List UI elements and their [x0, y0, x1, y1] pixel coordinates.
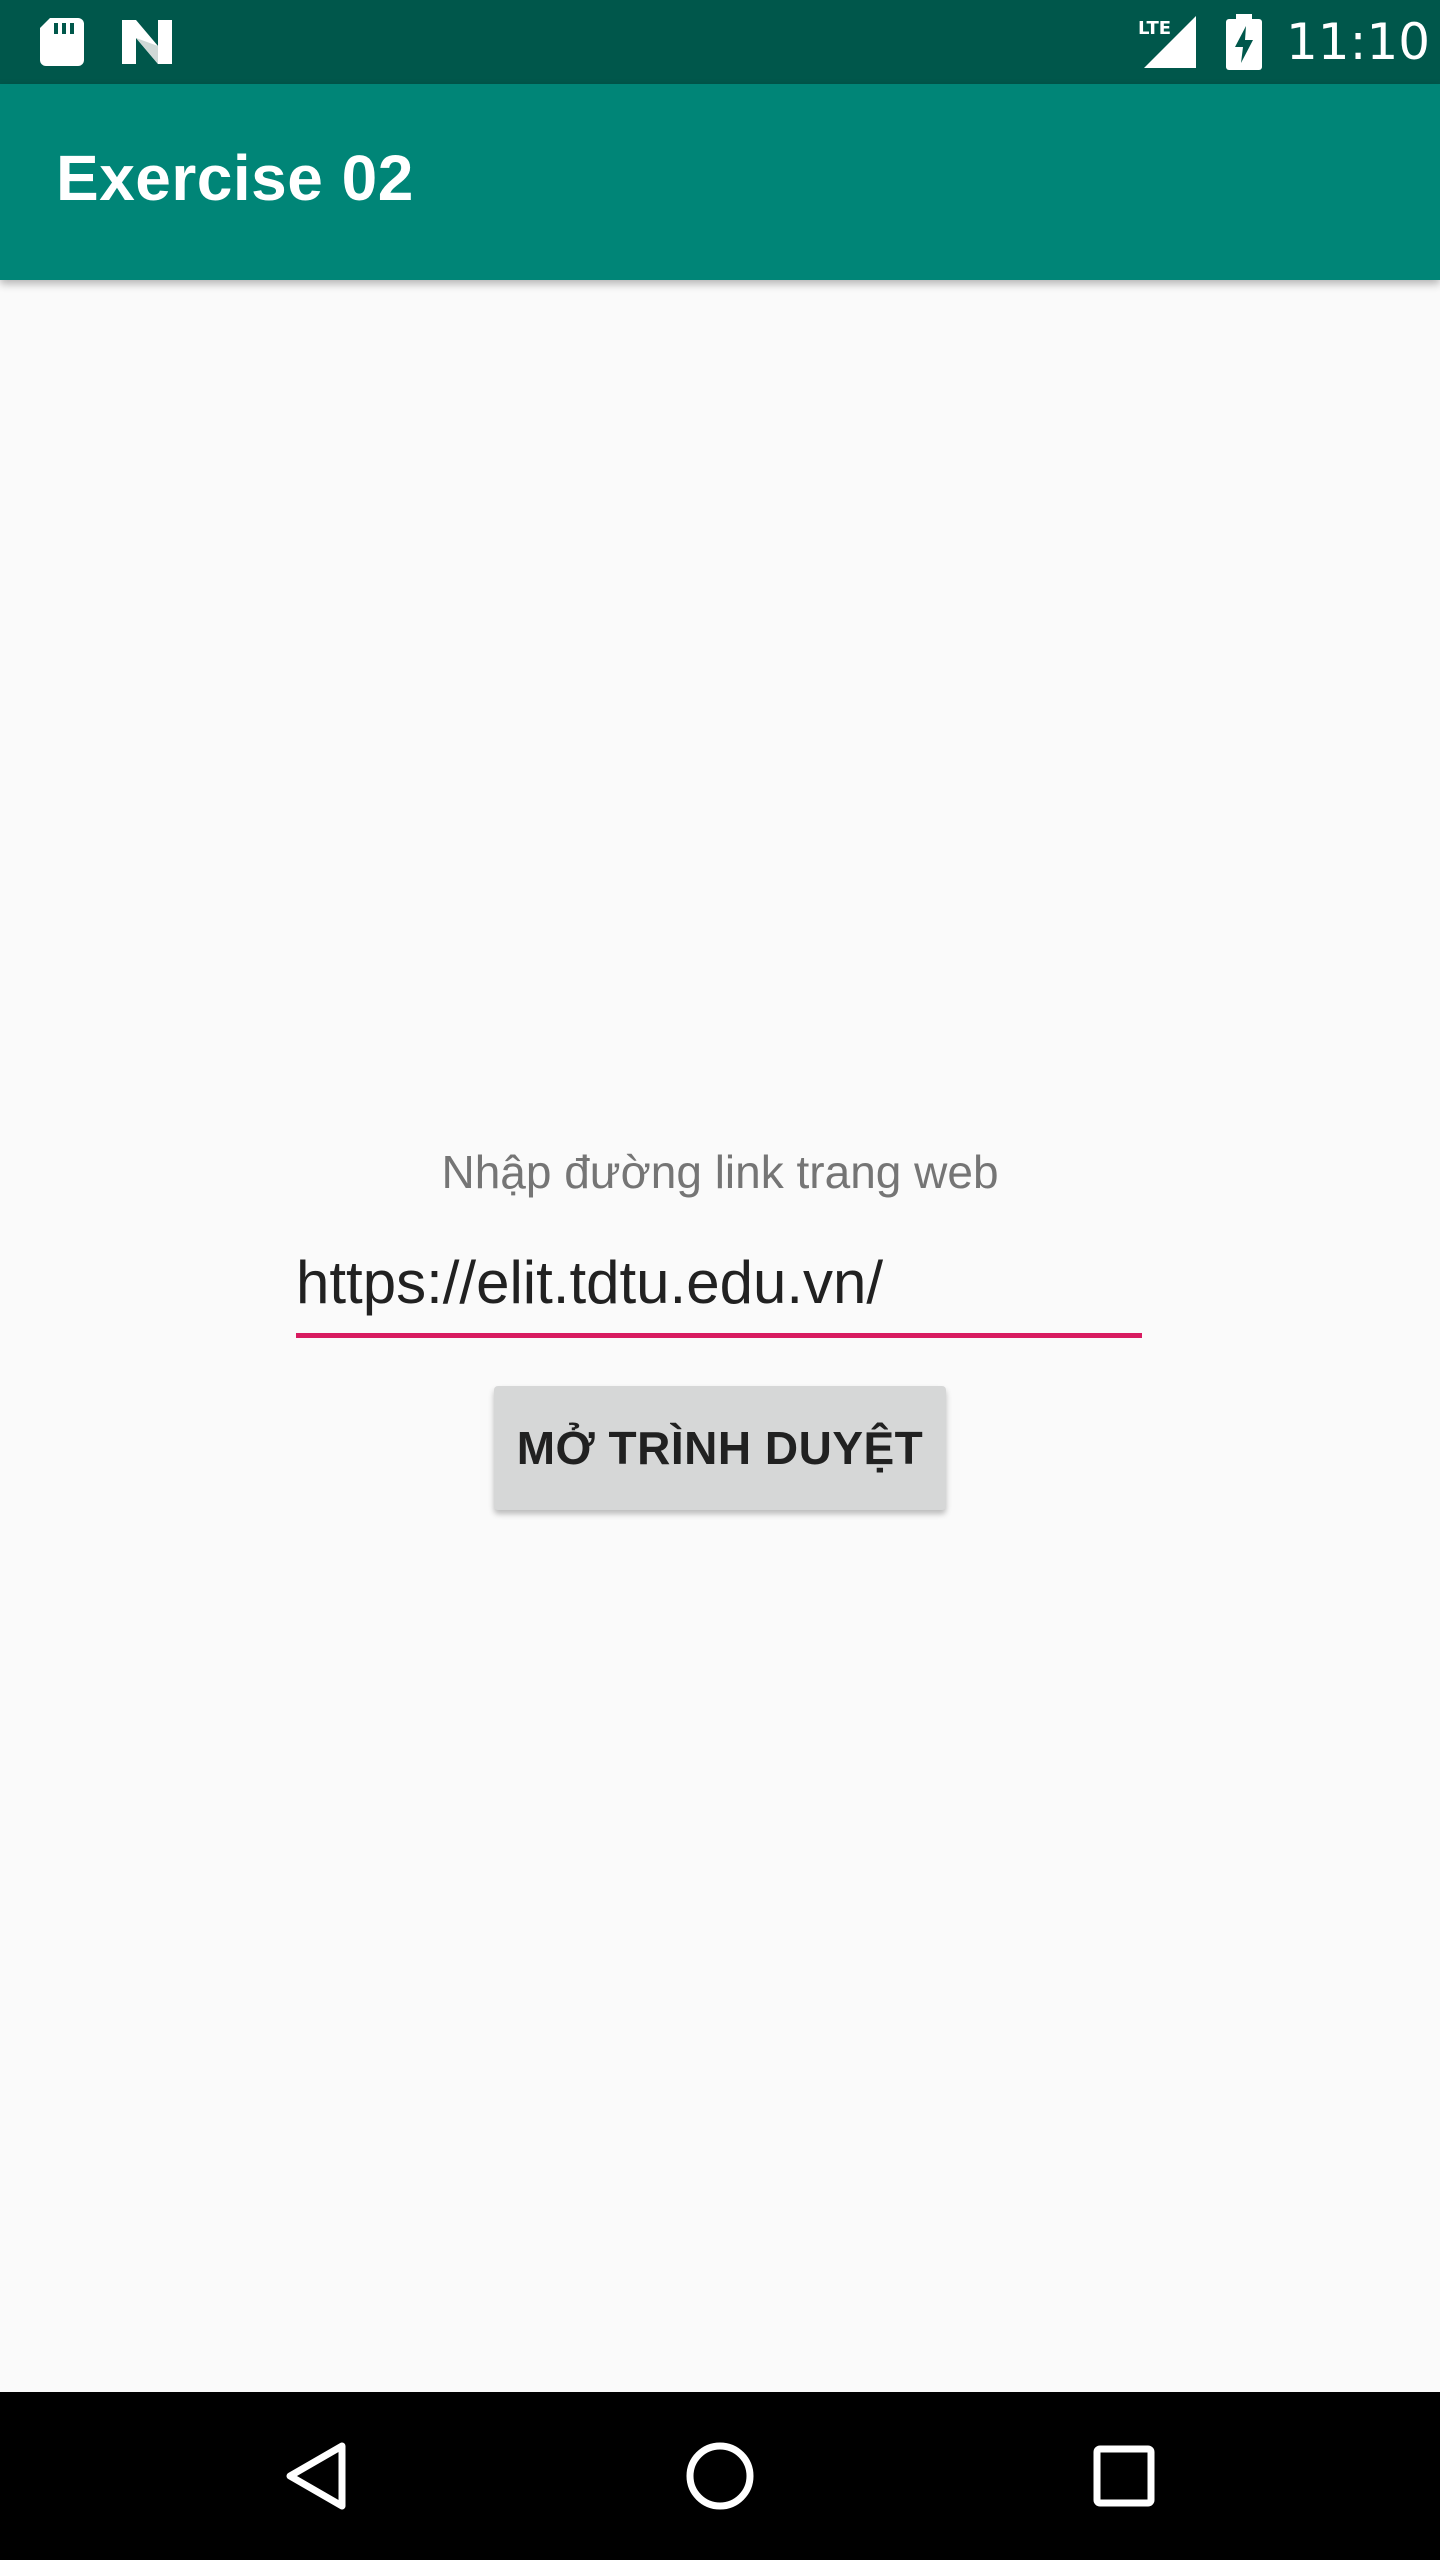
- url-prompt-label: Nhập đường link trang web: [441, 1146, 999, 1198]
- open-browser-button[interactable]: MỞ TRÌNH DUYỆT: [494, 1386, 946, 1510]
- main-content: Nhập đường link trang web MỞ TRÌNH DUYỆT: [0, 280, 1440, 2392]
- lte-signal-icon: LTE: [1136, 16, 1200, 74]
- recents-icon: [1093, 2445, 1155, 2507]
- home-button[interactable]: [670, 2426, 770, 2526]
- url-input[interactable]: [296, 1242, 1142, 1338]
- app-bar: Exercise 02: [0, 84, 1440, 280]
- navigation-bar: [0, 2392, 1440, 2560]
- back-button[interactable]: [266, 2426, 366, 2526]
- status-bar: LTE 11:10: [0, 0, 1440, 84]
- app-bar-title: Exercise 02: [56, 142, 414, 214]
- sd-card-icon: [40, 18, 84, 70]
- n-notification-icon: [120, 20, 174, 68]
- recents-button[interactable]: [1074, 2426, 1174, 2526]
- back-icon: [286, 2442, 346, 2510]
- status-clock: 11:10: [1286, 13, 1431, 71]
- home-icon: [686, 2442, 754, 2510]
- network-type-label: LTE: [1138, 18, 1171, 39]
- app-screen: LTE 11:10 Exercise 02 Nhập đường link tr…: [0, 0, 1440, 2560]
- battery-charging-icon: [1226, 14, 1262, 74]
